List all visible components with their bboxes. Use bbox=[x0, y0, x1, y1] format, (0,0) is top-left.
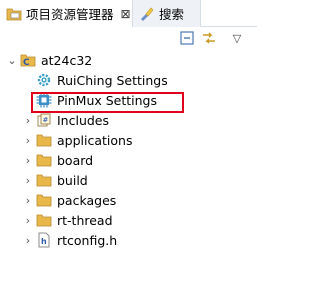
tree-item-label: board bbox=[57, 152, 94, 168]
tree-root-at24c32[interactable]: ⌄ C at24c32 bbox=[6, 50, 92, 70]
collapse-twisty-icon[interactable]: › bbox=[22, 210, 34, 230]
tab-label: 项目资源管理器 bbox=[26, 7, 114, 22]
collapse-twisty-icon[interactable]: › bbox=[22, 170, 34, 190]
tree-item-board[interactable]: › board bbox=[22, 150, 93, 170]
c-project-icon: C bbox=[20, 52, 36, 68]
tree-item-label: applications bbox=[57, 132, 133, 148]
project-explorer-icon bbox=[6, 6, 22, 22]
view-menu-icon[interactable]: ▽ bbox=[229, 30, 245, 46]
collapse-twisty-icon[interactable]: › bbox=[22, 190, 34, 210]
link-with-editor-icon[interactable] bbox=[201, 30, 217, 46]
folder-icon bbox=[36, 132, 52, 148]
folder-icon bbox=[36, 172, 52, 188]
close-icon[interactable]: ⊠ bbox=[121, 7, 131, 21]
search-icon bbox=[139, 6, 155, 22]
folder-icon bbox=[36, 212, 52, 228]
tree-item-rtconfig-h[interactable]: › h rtconfig.h bbox=[22, 230, 117, 250]
view-toolbar: ▽ bbox=[177, 30, 257, 48]
tree-item-rt-thread[interactable]: › rt-thread bbox=[22, 210, 113, 230]
tree-item-includes[interactable]: › # Includes bbox=[22, 110, 109, 130]
svg-text:#: # bbox=[43, 116, 49, 124]
header-file-icon: h bbox=[36, 232, 52, 248]
tab-label: 搜索 bbox=[159, 7, 185, 22]
view-tab-bar: 项目资源管理器 ⊠ 搜索 bbox=[0, 0, 257, 27]
tree-item-build[interactable]: › build bbox=[22, 170, 88, 190]
folder-icon bbox=[36, 192, 52, 208]
collapse-twisty-icon[interactable]: › bbox=[22, 150, 34, 170]
expand-twisty-icon[interactable]: ⌄ bbox=[6, 50, 18, 70]
tree-item-label: rt-thread bbox=[57, 212, 113, 228]
settings-gear-icon bbox=[36, 72, 52, 88]
tree-item-packages[interactable]: › packages bbox=[22, 190, 117, 210]
collapse-twisty-icon[interactable]: › bbox=[22, 130, 34, 150]
collapse-twisty-icon[interactable]: › bbox=[22, 110, 34, 130]
tree-item-label: Includes bbox=[57, 112, 110, 128]
tree-item-label: packages bbox=[57, 192, 117, 208]
tab-search[interactable]: 搜索 bbox=[133, 0, 201, 27]
tree-item-label: at24c32 bbox=[41, 52, 93, 68]
tree-item-label: build bbox=[57, 172, 88, 188]
svg-text:C: C bbox=[23, 58, 30, 68]
svg-text:h: h bbox=[41, 237, 47, 246]
includes-icon: # bbox=[36, 112, 52, 128]
tree-item-label: rtconfig.h bbox=[57, 232, 118, 248]
tree-item-label: RuiChing Settings bbox=[57, 72, 168, 88]
collapse-all-icon[interactable] bbox=[179, 30, 195, 46]
highlight-box bbox=[31, 92, 184, 113]
folder-icon bbox=[36, 152, 52, 168]
tree-item-applications[interactable]: › applications bbox=[22, 130, 133, 150]
collapse-twisty-icon[interactable]: › bbox=[22, 230, 34, 250]
tab-project-explorer[interactable]: 项目资源管理器 ⊠ bbox=[0, 0, 133, 27]
tree-item-ruiching-settings[interactable]: RuiChing Settings bbox=[22, 70, 168, 90]
